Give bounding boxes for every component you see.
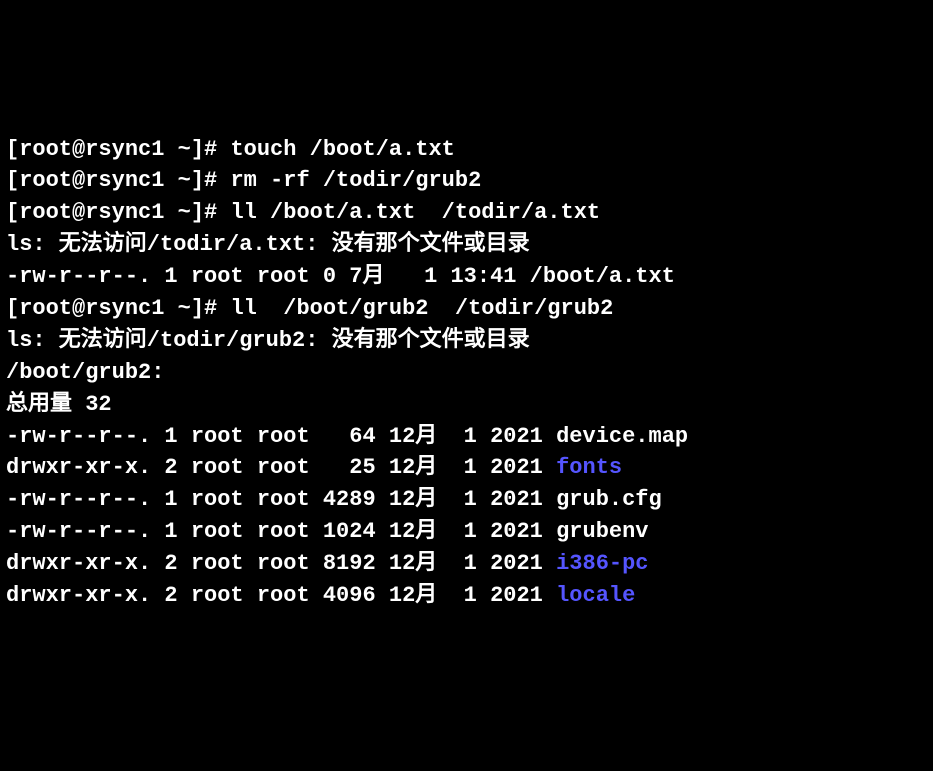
shell-prompt: [root@rsync1 ~]#: [6, 137, 230, 162]
command-line[interactable]: [root@rsync1 ~]# ll /boot/grub2 /todir/g…: [6, 293, 927, 325]
directory-name: fonts: [556, 455, 622, 480]
shell-prompt: [root@rsync1 ~]#: [6, 200, 230, 225]
shell-prompt: [root@rsync1 ~]#: [6, 296, 230, 321]
command-text: touch /boot/a.txt: [230, 137, 454, 162]
file-entry: -rw-r--r--. 1 root root 64 12月 1 2021 de…: [6, 421, 927, 453]
ls-output: -rw-r--r--. 1 root root 0 7月 1 13:41 /bo…: [6, 261, 927, 293]
total-usage: 总用量 32: [6, 389, 927, 421]
command-text: rm -rf /todir/grub2: [230, 168, 481, 193]
command-line[interactable]: [root@rsync1 ~]# rm -rf /todir/grub2: [6, 165, 927, 197]
directory-entry: drwxr-xr-x. 2 root root 8192 12月 1 2021 …: [6, 548, 927, 580]
file-entry: -rw-r--r--. 1 root root 1024 12月 1 2021 …: [6, 516, 927, 548]
directory-name: i386-pc: [556, 551, 648, 576]
error-output: ls: 无法访问/todir/grub2: 没有那个文件或目录: [6, 325, 927, 357]
shell-prompt: [root@rsync1 ~]#: [6, 168, 230, 193]
command-line[interactable]: [root@rsync1 ~]# touch /boot/a.txt: [6, 134, 927, 166]
directory-entry: drwxr-xr-x. 2 root root 4096 12月 1 2021 …: [6, 580, 927, 612]
file-entry: -rw-r--r--. 1 root root 4289 12月 1 2021 …: [6, 484, 927, 516]
directory-name: locale: [556, 583, 635, 608]
directory-header: /boot/grub2:: [6, 357, 927, 389]
terminal-output: [root@rsync1 ~]# touch /boot/a.txt[root@…: [6, 134, 927, 612]
error-output: ls: 无法访问/todir/a.txt: 没有那个文件或目录: [6, 229, 927, 261]
command-line[interactable]: [root@rsync1 ~]# ll /boot/a.txt /todir/a…: [6, 197, 927, 229]
command-text: ll /boot/a.txt /todir/a.txt: [230, 200, 600, 225]
command-text: ll /boot/grub2 /todir/grub2: [230, 296, 613, 321]
directory-entry: drwxr-xr-x. 2 root root 25 12月 1 2021 fo…: [6, 452, 927, 484]
